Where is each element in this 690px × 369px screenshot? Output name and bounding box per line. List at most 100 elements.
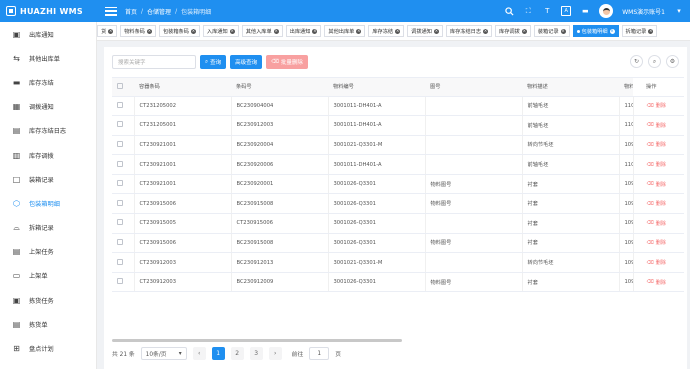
refresh-icon[interactable]: ↻ [630,55,643,68]
table-row[interactable]: CT230912003 BC230912009 3001026-Q3301 物料图号衬… [112,272,684,293]
sidebar-item[interactable]: ▦ 调拨通知 [0,95,96,119]
search-input[interactable]: 搜索关键字 [112,55,196,69]
page-size-select[interactable]: 10条/页 ▾ [140,347,187,360]
tab[interactable]: 包装箱明细 × [572,25,619,37]
sidebar-item[interactable]: ▤ 库存冻结日志 [0,119,96,143]
sidebar-item[interactable]: □ 装箱记录 [0,167,96,191]
batch-delete-button[interactable]: ⌫ 批量删除 [266,55,308,69]
tab[interactable]: 库存冻结 × [368,25,405,37]
tab[interactable]: 其他入库单 × [241,25,283,37]
sidebar-item[interactable]: ⌓ 拆箱记录 [0,216,96,240]
close-icon[interactable]: × [433,28,439,34]
table-row[interactable]: CT230912003 BC230912013 3001021-Q3301-M 转向节… [112,252,684,273]
delete-button[interactable]: ⌫ 删除 [647,220,684,227]
table-row[interactable]: CT230921001 BC230920001 3001026-Q3301 物料图号衬… [112,174,684,195]
sidebar-item[interactable]: ⊞ 盘点计划 [0,336,96,360]
breadcrumb-home[interactable]: 首页 [125,7,137,16]
table-row[interactable]: CT231205002 BC230904004 3001011-DH401-A 前轴毛… [112,96,684,117]
breadcrumb-section[interactable]: 仓储管理 [147,7,171,16]
table-row[interactable]: CT230915006 BC230915008 3001026-Q3301 物料图号衬… [112,193,684,215]
fullscreen-icon[interactable]: ⛶ [523,6,533,16]
advanced-search-button[interactable]: 高级查询 [230,55,263,69]
delete-button[interactable]: ⌫ 删除 [647,102,684,110]
page-button[interactable]: 1 [211,347,225,360]
delete-button[interactable]: ⌫ 删除 [647,161,684,169]
page-button[interactable]: 2 [230,347,244,360]
row-checkbox[interactable] [117,101,123,108]
column-header[interactable]: 图号 [425,78,522,97]
delete-button[interactable]: ⌫ 删除 [647,141,684,149]
delete-button[interactable]: ⌫ 删除 [647,200,684,208]
search-toggle-icon[interactable]: ⌕ [648,55,661,68]
column-header[interactable]: 物料 [619,78,633,97]
delete-button[interactable]: ⌫ 删除 [647,259,684,267]
page-button[interactable]: 3 [249,347,263,360]
tab[interactable]: 其他出库单 × [324,25,366,37]
menu-toggle-icon[interactable] [105,6,117,16]
sidebar-item[interactable]: ▣ 出库通知 [0,22,96,46]
close-icon[interactable]: × [356,28,362,34]
select-all-checkbox[interactable] [117,82,123,89]
row-checkbox[interactable] [117,140,123,147]
search-button[interactable]: ⌕ 查询 [200,55,227,69]
tab[interactable]: 货 × [97,25,118,37]
table-row[interactable]: CT231205001 BC230912003 3001011-DH401-A 前轴毛… [112,115,684,136]
row-checkbox[interactable] [117,278,123,285]
row-checkbox[interactable] [117,121,123,128]
close-icon[interactable]: × [273,28,279,34]
row-checkbox[interactable] [117,199,123,206]
chevron-down-icon[interactable]: ▾ [674,6,684,16]
row-checkbox[interactable] [117,258,123,265]
close-icon[interactable]: × [229,28,235,34]
delete-button[interactable]: ⌫ 删除 [647,239,684,247]
user-name[interactable]: WMS演示账号1 [622,7,665,16]
row-checkbox[interactable] [117,180,123,187]
tab[interactable]: 物料条码 × [120,25,156,37]
delete-button[interactable]: ⌫ 删除 [647,181,684,188]
sidebar-item[interactable]: ▥ 库存调拨 [0,143,96,167]
tab[interactable]: 拆箱记录 × [621,25,658,37]
sidebar-item[interactable]: ▭ 上架单 [0,264,96,288]
column-header[interactable]: 物料描述 [522,78,619,97]
search-icon[interactable] [504,6,514,16]
column-header[interactable]: 物料编号 [328,78,425,97]
goto-page-input[interactable]: 1 [309,347,330,360]
close-icon[interactable]: × [560,28,566,34]
tab[interactable]: 库存调拨 × [495,25,531,37]
prev-page-button[interactable]: ‹ [192,347,206,360]
font-size-icon[interactable]: T [542,6,552,16]
row-checkbox[interactable] [117,219,123,226]
close-icon[interactable]: × [521,28,527,34]
horizontal-scrollbar[interactable] [112,339,402,342]
row-checkbox[interactable] [117,238,123,245]
delete-button[interactable]: ⌫ 删除 [647,122,684,129]
next-page-button[interactable]: › [268,347,282,360]
close-icon[interactable]: × [190,28,196,34]
close-icon[interactable]: × [609,28,615,34]
tab[interactable]: 库存冻结日志 × [445,25,493,37]
close-icon[interactable]: × [483,28,489,34]
sidebar-item[interactable]: ▤ 拣货单 [0,312,96,336]
close-icon[interactable]: × [648,28,654,34]
sidebar-item[interactable]: ▤ 上架任务 [0,240,96,264]
column-header[interactable]: 条码号 [231,78,328,97]
row-checkbox[interactable] [117,160,123,167]
table-row[interactable]: CT230921001 BC230920006 3001011-DH401-A 前轴毛… [112,154,684,175]
close-icon[interactable]: × [312,28,318,34]
close-icon[interactable]: × [395,28,401,34]
sidebar-item[interactable]: ▬ 库存冻结 [0,70,96,94]
column-header[interactable]: 容器条码 [134,78,231,97]
settings-icon[interactable]: ⚙ [666,55,679,68]
table-row[interactable]: CT230915006 BC230915008 3001026-Q3301 物料图号衬… [112,233,684,254]
language-icon[interactable]: A [561,6,572,16]
table-row[interactable]: CT230921001 BC230920004 3001021-Q3301-M 转向节… [112,135,684,156]
close-icon[interactable]: × [108,28,114,34]
avatar[interactable] [599,4,614,18]
table-row[interactable]: CT230915005CT2309150063001026-Q3301 衬套109… [112,213,684,234]
close-icon[interactable]: × [146,28,152,34]
tab[interactable]: 调拨通知 × [407,25,443,37]
tab[interactable]: 装箱记录 × [533,25,570,37]
tab[interactable]: 包装箱条码 × [158,25,200,37]
sidebar-item[interactable]: ▣ 拣货任务 [0,288,96,312]
sidebar-item[interactable]: ⬡ 包装箱明细 [0,191,96,215]
